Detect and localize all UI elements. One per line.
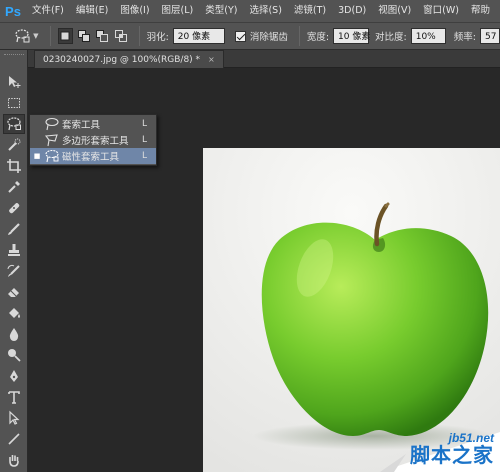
feather-label: 羽化: — [146, 32, 169, 43]
menu-image[interactable]: 图像(I) — [114, 0, 155, 22]
panel-grip[interactable] — [4, 54, 24, 57]
document-tab[interactable]: 0230240027.jpg @ 100%(RGB/8) * × — [34, 50, 224, 68]
type-tool[interactable] — [3, 387, 25, 407]
history-brush-icon — [7, 264, 20, 277]
brush-tool[interactable] — [3, 219, 25, 239]
hand-tool[interactable] — [3, 450, 25, 470]
lasso-tool[interactable] — [3, 114, 25, 134]
clone-stamp-icon — [8, 244, 20, 256]
move-icon — [9, 76, 21, 88]
antialias-label: 消除锯齿 — [249, 32, 288, 43]
line-tool[interactable] — [3, 429, 25, 449]
magnetic-lasso-icon — [7, 117, 21, 131]
quick-select-tool[interactable] — [3, 135, 25, 155]
eyedropper-icon — [8, 181, 20, 193]
crop-icon — [7, 159, 21, 173]
contrast-label: 对比度: — [375, 32, 407, 43]
width-input[interactable]: 10 像素 — [333, 28, 370, 44]
watermark-text: 脚本之家 — [410, 443, 494, 467]
flyout-item-magnetic-lasso[interactable]: ■ 磁性套索工具 L — [30, 148, 156, 164]
marquee-icon — [8, 98, 20, 108]
tool-preset-picker[interactable] — [10, 25, 33, 47]
selected-indicator: ■ — [33, 152, 41, 160]
photoshop-logo: Ps — [5, 3, 21, 19]
blur-tool[interactable] — [3, 324, 25, 344]
document-title: 0230240027.jpg @ 100%(RGB/8) * — [43, 54, 201, 65]
flyout-item-label: 套索工具 — [62, 120, 101, 131]
menu-bar: Ps 文件(F) 编辑(E) 图像(I) 图层(L) 类型(Y) 选择(S) 滤… — [0, 0, 500, 22]
flyout-item-lasso[interactable]: 套索工具 L — [30, 116, 156, 132]
path-select-tool[interactable] — [3, 408, 25, 428]
width-label: 宽度: — [306, 32, 330, 43]
pen-icon — [10, 370, 18, 382]
menu-window[interactable]: 窗口(W) — [417, 0, 465, 22]
line-icon — [8, 433, 20, 445]
antialias-checkbox[interactable] — [235, 30, 246, 42]
close-icon[interactable]: × — [208, 55, 215, 64]
quick-select-icon — [8, 138, 21, 151]
new-selection-button[interactable] — [57, 28, 74, 44]
document-tab-bar: 0230240027.jpg @ 100%(RGB/8) * × — [28, 50, 500, 68]
contrast-input[interactable]: 10% — [410, 28, 446, 44]
divider — [138, 26, 140, 46]
flyout-item-label: 多边形套索工具 — [62, 136, 129, 147]
divider — [49, 26, 51, 46]
subtract-from-selection-button[interactable] — [95, 28, 110, 44]
add-to-selection-button[interactable] — [76, 28, 91, 44]
menu-layer[interactable]: 图层(L) — [156, 0, 200, 22]
marquee-tool[interactable] — [3, 93, 25, 113]
divider — [298, 26, 300, 46]
history-brush-tool[interactable] — [3, 261, 25, 281]
polygonal-lasso-icon — [44, 133, 62, 147]
path-select-icon — [9, 410, 20, 425]
chevron-down-icon[interactable]: ▼ — [33, 32, 43, 40]
dodge-tool[interactable] — [3, 345, 25, 365]
dodge-icon — [8, 349, 21, 362]
pen-tool[interactable] — [3, 366, 25, 386]
intersect-selection-button[interactable] — [113, 28, 128, 44]
tools-panel — [0, 50, 28, 472]
menu-edit[interactable]: 编辑(E) — [70, 0, 114, 22]
shortcut-key: L — [142, 151, 148, 161]
menu-select[interactable]: 选择(S) — [243, 0, 287, 22]
eraser-tool[interactable] — [3, 282, 25, 302]
watermark: jb51.net 脚本之家 — [360, 424, 500, 472]
menu-view[interactable]: 视图(V) — [372, 0, 417, 22]
paint-bucket-tool[interactable] — [3, 303, 25, 323]
crop-tool[interactable] — [3, 156, 25, 176]
menu-file[interactable]: 文件(F) — [26, 0, 70, 22]
flyout-item-polygonal-lasso[interactable]: 多边形套索工具 L — [30, 132, 156, 148]
new-selection-icon — [60, 31, 70, 41]
clone-stamp-tool[interactable] — [3, 240, 25, 260]
frequency-input[interactable]: 57 — [479, 28, 500, 44]
flyout-item-label: 磁性套索工具 — [62, 152, 120, 163]
magnetic-lasso-icon — [14, 29, 30, 43]
paint-bucket-icon — [9, 308, 20, 318]
blur-icon — [9, 328, 19, 341]
subtract-selection-icon — [96, 30, 109, 42]
feather-input[interactable]: 20 像素 — [172, 28, 226, 44]
options-bar: ▼ 羽化: 20 像素 消除锯齿 宽度: 10 像素 对比度: 10% 频率: … — [0, 22, 500, 50]
hand-icon — [9, 455, 19, 467]
move-tool[interactable] — [3, 72, 25, 92]
type-icon — [8, 391, 20, 404]
magnetic-lasso-icon — [44, 149, 62, 163]
add-selection-icon — [77, 30, 90, 42]
frequency-label: 频率: — [453, 32, 476, 43]
lasso-icon — [44, 117, 62, 131]
menu-3d[interactable]: 3D(D) — [332, 0, 372, 22]
shortcut-key: L — [142, 119, 148, 129]
menu-filter[interactable]: 滤镜(T) — [288, 0, 332, 22]
healing-brush-icon — [9, 203, 20, 214]
eraser-icon — [8, 288, 19, 297]
lasso-tool-flyout: 套索工具 L 多边形套索工具 L ■ 磁性套索工具 L — [29, 114, 157, 166]
brush-icon — [8, 223, 20, 235]
eyedropper-tool[interactable] — [3, 177, 25, 197]
menu-help[interactable]: 帮助 — [465, 0, 496, 22]
shortcut-key: L — [142, 135, 148, 145]
healing-brush-tool[interactable] — [3, 198, 25, 218]
intersect-selection-icon — [114, 30, 127, 42]
menu-type[interactable]: 类型(Y) — [199, 0, 243, 22]
